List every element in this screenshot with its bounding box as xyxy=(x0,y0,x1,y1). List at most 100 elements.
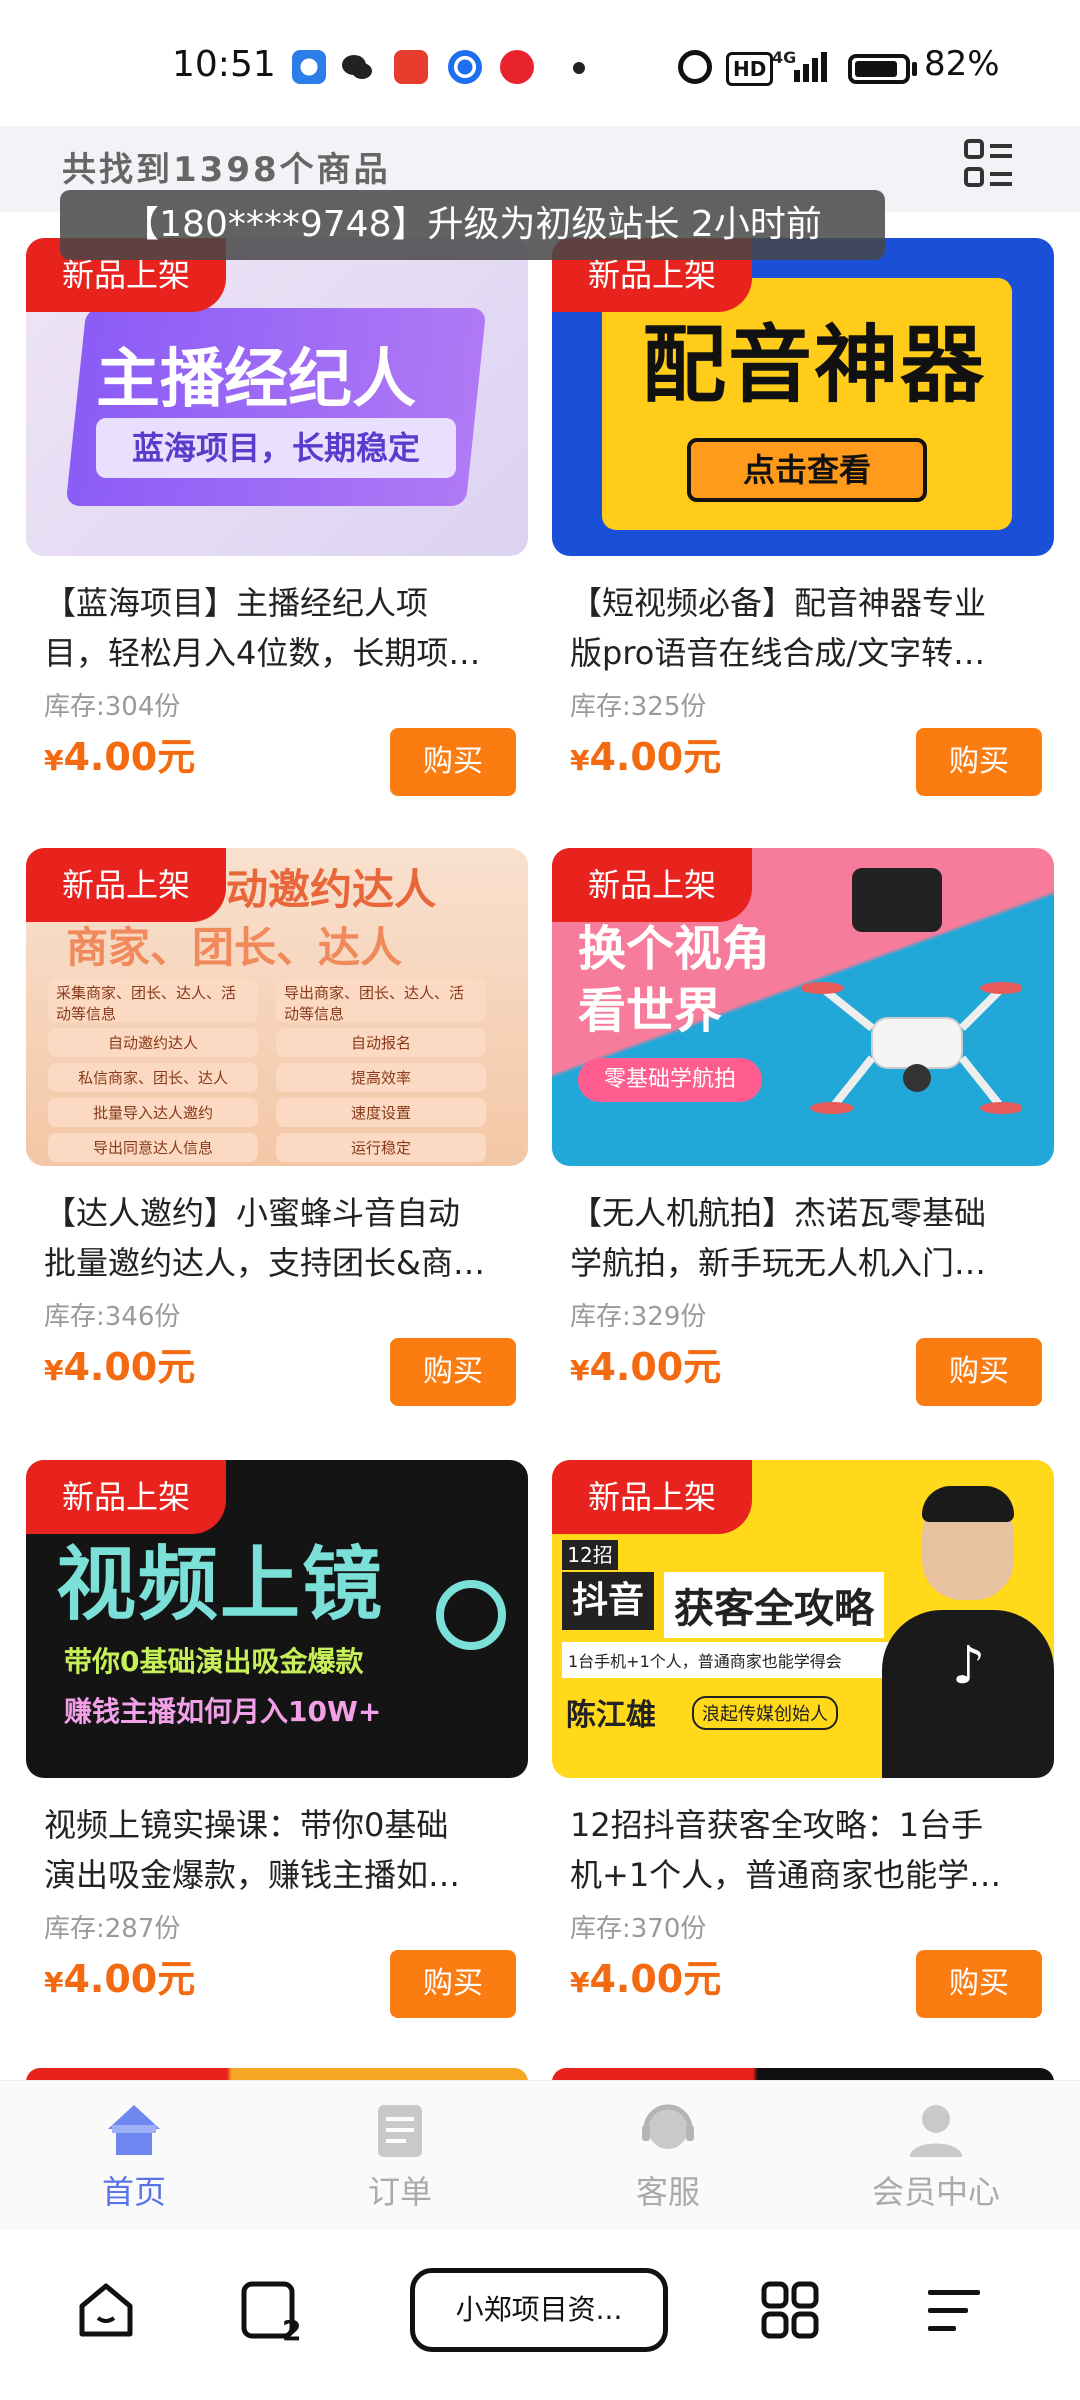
tab-home[interactable]: 首页 xyxy=(34,2101,234,2221)
new-product-badge: 新品上架 xyxy=(552,1460,752,1534)
product-title[interactable]: 【短视频必备】配音神器专业 版pro语音在线合成/文字转… xyxy=(570,578,1040,678)
current-app-pill[interactable]: 小郑项目资... xyxy=(410,2268,668,2352)
battery-tip xyxy=(912,62,917,76)
product-title[interactable]: 【蓝海项目】主播经纪人项 目，轻松月入4位数，长期项… xyxy=(44,578,514,678)
product-title[interactable]: 视频上镜实操课：带你0基础 演出吸金爆款，赚钱主播如… xyxy=(44,1800,514,1900)
product-title-line: 版pro语音在线合成/文字转… xyxy=(570,634,986,672)
currency-symbol: ¥ xyxy=(44,1966,64,1999)
product-title[interactable]: 12招抖音获客全攻略：1台手 机+1个人，普通商家也能学… xyxy=(570,1800,1040,1900)
product-stock: 库存:346份 xyxy=(44,1302,181,1332)
buy-button[interactable]: 购买 xyxy=(916,1338,1042,1406)
tiktok-logo-icon: ♪ xyxy=(952,1636,986,1696)
status-time: 10:51 xyxy=(172,44,276,85)
member-icon xyxy=(906,2101,966,2159)
thumb-feature: 自动邀约达人 xyxy=(48,1028,258,1057)
product-card[interactable]: 配音神器 点击查看 新品上架 【短视频必备】配音神器专业 版pro语音在线合成/… xyxy=(552,238,1054,818)
product-title-line: 学航拍，新手玩无人机入门… xyxy=(570,1244,987,1282)
bottom-tab-bar: 首页 订单 客服 会员中心 xyxy=(0,2080,1080,2230)
thumb-feature: 采集商家、团长、达人、活动等信息 xyxy=(48,978,258,1022)
status-bar: 10:51 HD 4G 82% xyxy=(0,0,1080,126)
thumb-feature: 自动报名 xyxy=(276,1028,486,1057)
product-price: ¥4.00元 xyxy=(44,1948,195,2003)
new-product-badge: 新品上架 xyxy=(26,1460,226,1534)
price-value: 4.00元 xyxy=(63,1957,196,2001)
system-navigation-bar: 2 小郑项目资... xyxy=(0,2230,1080,2400)
product-title-line: 机+1个人，普通商家也能学… xyxy=(570,1856,1002,1894)
product-price: ¥4.00元 xyxy=(44,726,195,781)
product-title-line: 【短视频必备】配音神器专业 xyxy=(570,584,987,622)
thumb-tag: 抖音 xyxy=(562,1572,654,1630)
recent-apps-icon[interactable]: 2 xyxy=(240,2280,304,2347)
customer-service-icon xyxy=(638,2101,698,2159)
buy-button[interactable]: 购买 xyxy=(390,1338,516,1406)
product-card[interactable]: 动邀约达人 商家、团长、达人 采集商家、团长、达人、活动等信息 自动邀约达人 私… xyxy=(26,848,528,1428)
results-count: 共找到1398个商品 xyxy=(62,150,391,190)
thumb-subtitle-2: 赚钱主播如何月入10W+ xyxy=(64,1695,382,1728)
product-title[interactable]: 【达人邀约】小蜜蜂斗音自动 批量邀约达人，支持团长&商… xyxy=(44,1188,514,1288)
thumb-subtitle: 1台手机+1个人，普通商家也能学得会 xyxy=(562,1642,892,1678)
tab-label: 会员中心 xyxy=(871,2173,1000,2211)
buy-button[interactable]: 购买 xyxy=(916,728,1042,796)
thumb-feature: 提高效率 xyxy=(276,1063,486,1092)
product-title-line: 【达人邀约】小蜜蜂斗音自动 xyxy=(44,1194,461,1232)
tab-label: 首页 xyxy=(101,2173,166,2211)
product-stock: 库存:329份 xyxy=(570,1302,707,1332)
buy-button[interactable]: 购买 xyxy=(390,1950,516,2018)
tab-label: 订单 xyxy=(367,2173,432,2211)
thumb-feature: 导出商家、团长、达人、活动等信息 xyxy=(276,978,486,1022)
product-card[interactable]: 换个视角看世界 零基础学航拍 新品上架 【无人机航拍】杰诺瓦零基础 学航拍，新手… xyxy=(552,848,1054,1428)
speaker-portrait xyxy=(882,1486,1054,1778)
product-title-line: 【蓝海项目】主播经纪人项 xyxy=(44,584,429,622)
hd-badge: HD xyxy=(726,52,774,86)
product-stock: 库存:370份 xyxy=(570,1914,707,1944)
product-title[interactable]: 【无人机航拍】杰诺瓦零基础 学航拍，新手玩无人机入门… xyxy=(570,1188,1040,1288)
order-icon xyxy=(370,2101,430,2159)
buy-button[interactable]: 购买 xyxy=(390,728,516,796)
thumb-feature: 导出同意达人信息 xyxy=(48,1133,258,1162)
thumb-subtitle: 零基础学航拍 xyxy=(578,1058,762,1102)
tab-member-center[interactable]: 会员中心 xyxy=(836,2101,1036,2221)
thumb-feature-list-right: 导出商家、团长、达人、活动等信息 自动报名 提高效率 速度设置 运行稳定 xyxy=(276,978,486,1162)
product-stock: 库存:304份 xyxy=(44,692,181,722)
price-value: 4.00元 xyxy=(63,735,196,779)
menu-icon[interactable] xyxy=(924,2284,984,2338)
battery-icon xyxy=(848,54,910,84)
video-app-icon xyxy=(500,50,534,84)
product-title-line: 目，轻松月入4位数，长期项… xyxy=(44,634,481,672)
buy-button[interactable]: 购买 xyxy=(916,1950,1042,2018)
home-icon xyxy=(104,2101,164,2159)
product-title-line: 批量邀约达人，支持团长&商… xyxy=(44,1244,485,1282)
thumb-subtitle: 商家、团长、达人 xyxy=(66,923,403,972)
new-product-badge: 新品上架 xyxy=(26,848,226,922)
currency-symbol: ¥ xyxy=(44,744,64,777)
thumb-title: 视频上镜 xyxy=(56,1538,384,1631)
browser-app-icon xyxy=(292,50,326,84)
currency-symbol: ¥ xyxy=(44,1354,64,1387)
thumb-title: 换个视角看世界 xyxy=(578,921,771,1039)
thumb-title: 配音神器 xyxy=(642,316,987,414)
film-reel-icon xyxy=(436,1580,506,1650)
thumb-title: 主播经纪人 xyxy=(96,343,416,417)
currency-symbol: ¥ xyxy=(570,1966,590,1999)
product-price: ¥4.00元 xyxy=(44,1336,195,1391)
upgrade-toast: 【180****9748】升级为初级站长 2小时前 xyxy=(60,190,885,260)
thumb-title: 动邀约达人 xyxy=(226,865,437,914)
thumb-subtitle: 带你0基础演出吸金爆款 xyxy=(64,1645,364,1678)
thumb-feature: 速度设置 xyxy=(276,1098,486,1127)
thumb-feature: 批量导入达人邀约 xyxy=(48,1098,258,1127)
price-value: 4.00元 xyxy=(589,735,722,779)
tab-orders[interactable]: 订单 xyxy=(300,2101,500,2221)
product-card[interactable]: 主播经纪人 蓝海项目，长期稳定 新品上架 【蓝海项目】主播经纪人项 目，轻松月入… xyxy=(26,238,528,818)
product-card[interactable]: 12招 抖音 获客全攻略 1台手机+1个人，普通商家也能学得会 陈江雄 浪起传媒… xyxy=(552,1460,1054,2040)
blue-app-icon xyxy=(448,50,482,84)
signal-icon: 4G xyxy=(772,48,832,84)
home-nav-icon[interactable] xyxy=(76,2280,136,2340)
svg-text:2: 2 xyxy=(282,2314,301,2344)
tab-customer-service[interactable]: 客服 xyxy=(568,2101,768,2221)
product-card[interactable]: 视频上镜 带你0基础演出吸金爆款 赚钱主播如何月入10W+ 新品上架 视频上镜实… xyxy=(26,1460,528,2040)
camera-icon xyxy=(852,868,942,932)
list-grid-icon[interactable] xyxy=(963,138,1015,190)
shop-app-icon xyxy=(394,50,428,84)
app-grid-icon[interactable] xyxy=(760,2280,820,2340)
battery-percent: 82% xyxy=(924,44,1000,84)
